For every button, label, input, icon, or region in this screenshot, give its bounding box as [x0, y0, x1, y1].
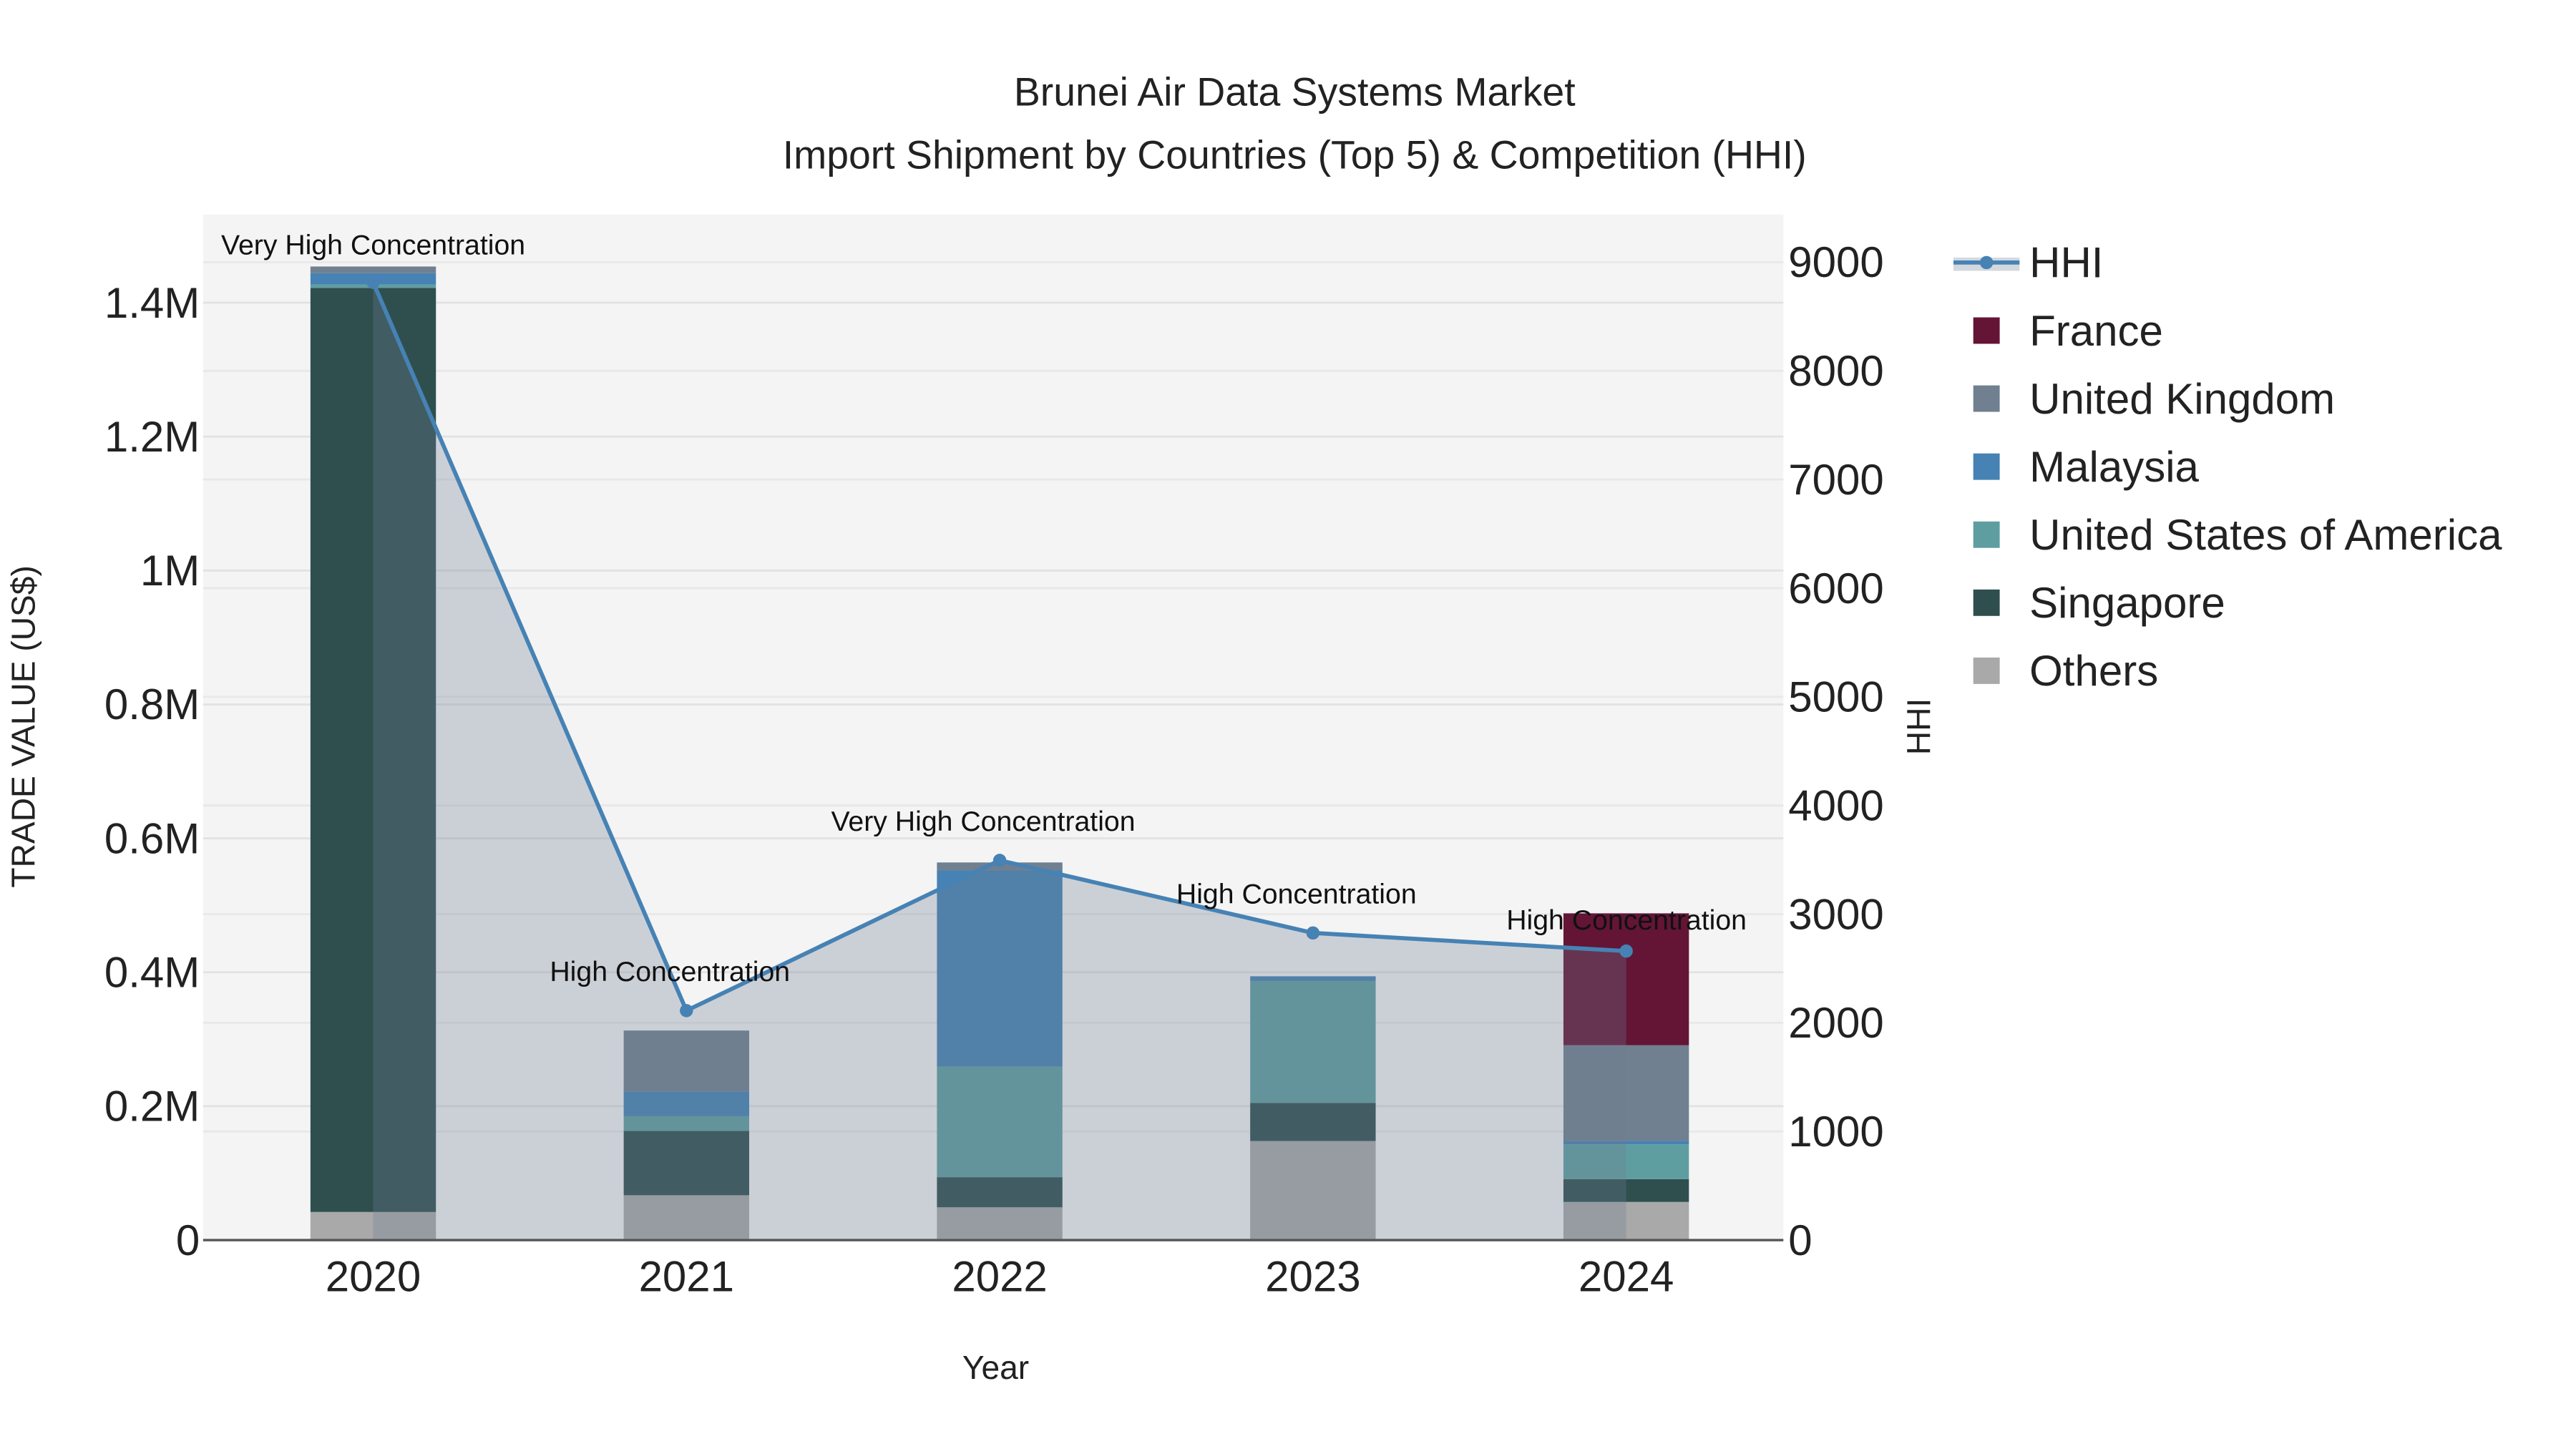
y-tick-label: 1.4M [104, 279, 200, 327]
chart-title: Brunei Air Data Systems Market [1014, 70, 1576, 114]
legend-swatch [1973, 521, 2000, 548]
legend-label: United States of America [2029, 511, 2502, 559]
legend-swatch [1973, 317, 2000, 344]
y-tick-label: 1M [140, 547, 200, 595]
y2-tick-label: 3000 [1788, 890, 1883, 938]
x-tick-label: 2024 [1579, 1253, 1674, 1301]
y2-tick-label: 2000 [1788, 999, 1883, 1047]
y2-tick-label: 6000 [1788, 565, 1883, 613]
y-tick-label: 0.6M [104, 814, 200, 862]
legend-marker [1979, 255, 1994, 270]
y-tick-label: 0.4M [104, 949, 200, 997]
y2-tick-label: 9000 [1788, 238, 1883, 286]
x-tick-label: 2020 [326, 1253, 421, 1301]
x-tick-label: 2021 [639, 1253, 734, 1301]
hhi-annotation: High Concentration [1176, 878, 1417, 909]
legend-swatch [1973, 453, 2000, 480]
hhi-annotation: High Concentration [550, 956, 790, 987]
x-tick-label: 2023 [1265, 1253, 1360, 1301]
y-tick-label: 0 [176, 1216, 200, 1264]
hhi-annotation: Very High Concentration [831, 806, 1135, 837]
legend-swatch [1973, 589, 2000, 616]
x-axis-title: Year [962, 1349, 1029, 1386]
legend-label: HHI [2029, 239, 2103, 287]
hhi-point [1619, 944, 1633, 958]
bar-united-kingdom [310, 266, 436, 273]
y2-tick-label: 5000 [1788, 673, 1883, 721]
y-tick-label: 1.2M [104, 413, 200, 461]
y2-tick-label: 0 [1788, 1216, 1812, 1264]
y2-axis-title: HHI [1901, 698, 1938, 755]
x-tick-label: 2022 [952, 1253, 1047, 1301]
y2-tick-label: 7000 [1788, 456, 1883, 504]
legend-swatch [1973, 657, 2000, 684]
hhi-point [992, 854, 1007, 867]
legend[interactable]: HHI France United Kingdom Malaysia United St… [1953, 239, 2502, 695]
legend-label: United Kingdom [2029, 375, 2335, 423]
y-axis-title: TRADE VALUE (US$) [4, 565, 42, 887]
legend-label: Others [2029, 647, 2158, 695]
y-tick-label: 0.2M [104, 1083, 200, 1131]
y2-tick-label: 8000 [1788, 347, 1883, 395]
chart: Very High Concentration High Concentratio… [4, 70, 2502, 1386]
y2-tick-label: 4000 [1788, 781, 1883, 829]
legend-swatch [1973, 385, 2000, 412]
y-tick-label: 0.8M [104, 680, 200, 728]
y2-tick-label: 1000 [1788, 1108, 1883, 1156]
legend-label: Malaysia [2029, 443, 2199, 491]
hhi-point [366, 275, 380, 289]
legend-label: Singapore [2029, 579, 2225, 627]
hhi-point [680, 1004, 693, 1018]
legend-label: France [2029, 307, 2163, 355]
hhi-annotation: Very High Concentration [221, 229, 525, 260]
hhi-point [1306, 926, 1320, 940]
chart-subtitle: Import Shipment by Countries (Top 5) & C… [783, 132, 1807, 177]
hhi-annotation: High Concentration [1506, 904, 1747, 936]
